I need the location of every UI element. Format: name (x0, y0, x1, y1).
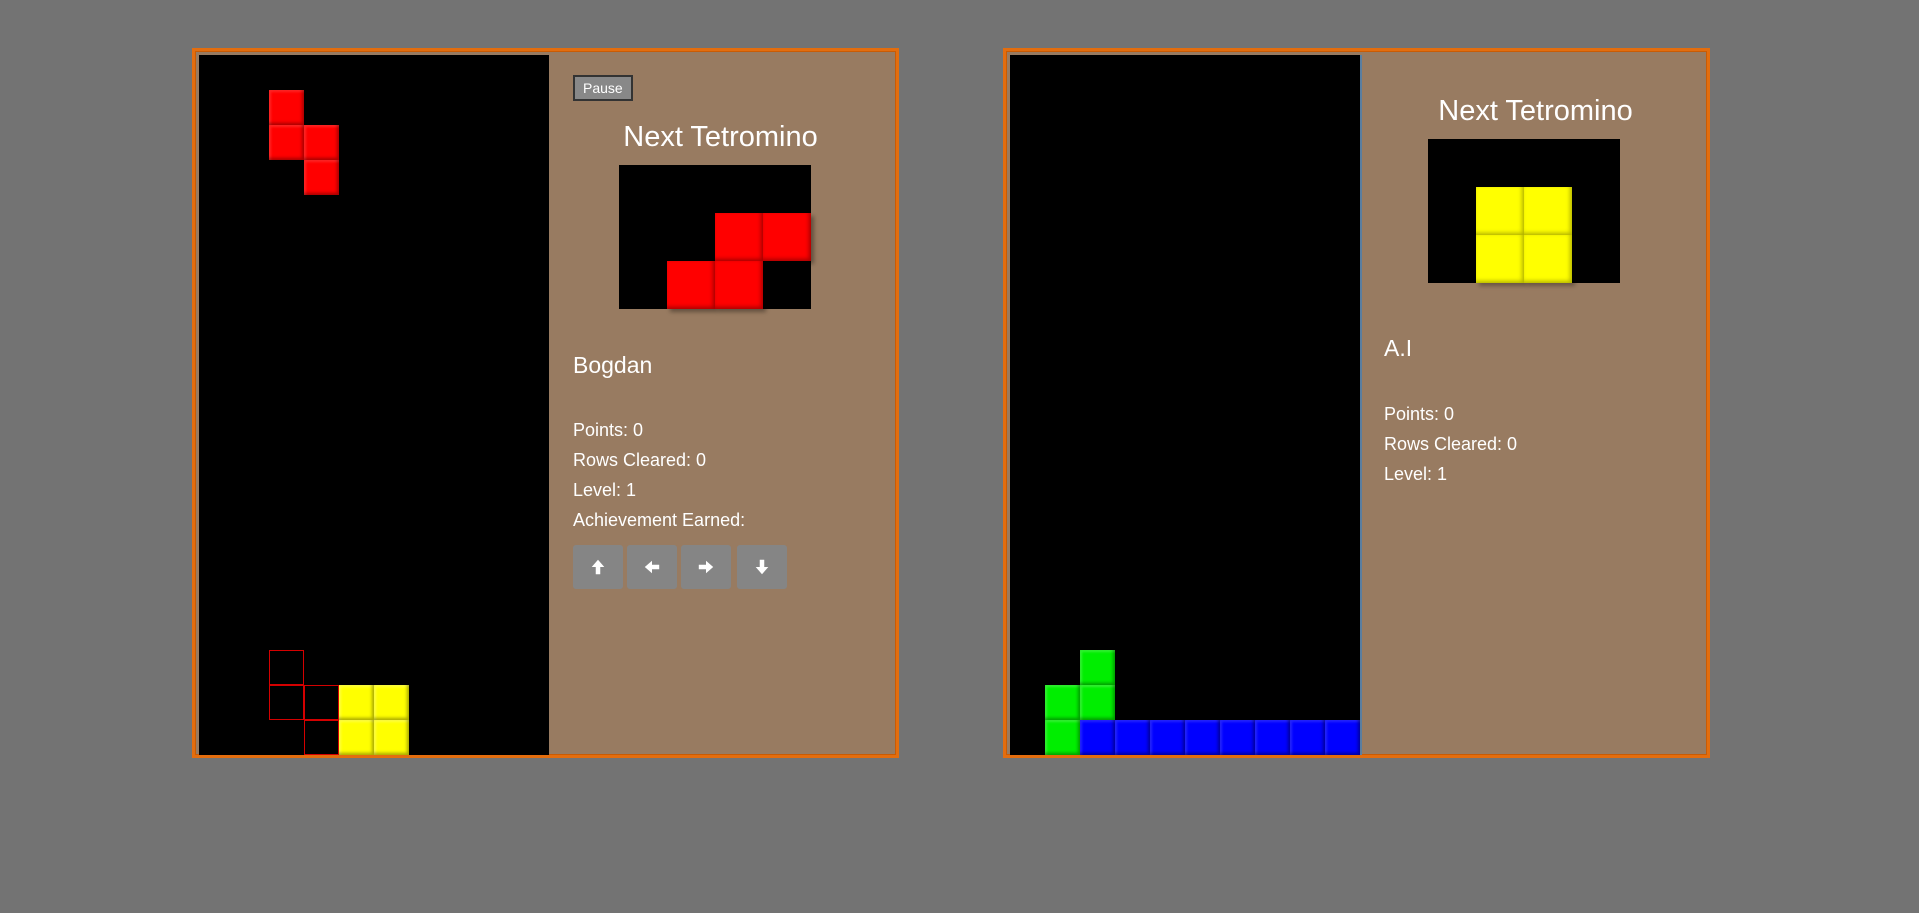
arrow-down-icon (755, 559, 769, 575)
placed-block (374, 720, 409, 755)
points-stat: Points: 0 (1384, 404, 1455, 424)
player-game: Pause Next Tetromino Bogdan Points: 0 Ro… (192, 48, 899, 758)
player-name: Bogdan (573, 352, 653, 378)
move-left-button[interactable] (627, 545, 677, 589)
player-board (199, 55, 549, 755)
next-block (667, 261, 715, 309)
placed-block (374, 685, 409, 720)
placed-block (1115, 720, 1150, 755)
next-block (1476, 187, 1524, 235)
ghost-block (304, 720, 339, 755)
next-block (1476, 235, 1524, 283)
falling-block (269, 90, 304, 125)
level-stat: Level: 1 (1384, 464, 1448, 484)
next-tetromino-preview (1428, 139, 1620, 283)
placed-block (1080, 685, 1115, 720)
placed-block (1080, 650, 1115, 685)
next-tetromino-title: Next Tetromino (623, 121, 818, 153)
rows-cleared-stat: Rows Cleared: 0 (573, 450, 707, 470)
ai-game: Next Tetromino A.I Points: 0 Rows Cleare… (1003, 48, 1710, 758)
placed-block (1150, 720, 1185, 755)
player-name: A.I (1384, 335, 1413, 361)
pause-button[interactable]: Pause (573, 75, 633, 101)
placed-block (1185, 720, 1220, 755)
placed-block (1045, 720, 1080, 755)
move-down-button[interactable] (737, 545, 787, 589)
placed-block (339, 720, 374, 755)
player-panel: Pause Next Tetromino Bogdan Points: 0 Ro… (549, 55, 892, 751)
placed-block (1325, 720, 1360, 755)
level-stat: Level: 1 (573, 480, 637, 500)
move-right-button[interactable] (681, 545, 731, 589)
falling-block (269, 125, 304, 160)
ai-board (1010, 55, 1362, 755)
next-block (715, 261, 763, 309)
placed-block (339, 685, 374, 720)
placed-block (1220, 720, 1255, 755)
next-tetromino-title: Next Tetromino (1438, 95, 1633, 127)
rotate-up-button[interactable] (573, 545, 623, 589)
arrow-right-icon (698, 560, 714, 574)
ghost-block (304, 685, 339, 720)
next-block (763, 213, 811, 261)
ghost-block (269, 650, 304, 685)
ai-panel: Next Tetromino A.I Points: 0 Rows Cleare… (1360, 55, 1703, 751)
achievement-label: Achievement Earned: (573, 510, 746, 530)
next-block (715, 213, 763, 261)
falling-block (304, 160, 339, 195)
arrow-left-icon (644, 560, 660, 574)
rows-cleared-stat: Rows Cleared: 0 (1384, 434, 1518, 454)
placed-block (1290, 720, 1325, 755)
points-stat: Points: 0 (573, 420, 644, 440)
placed-block (1255, 720, 1290, 755)
placed-block (1080, 720, 1115, 755)
arrow-up-icon (591, 559, 605, 575)
ghost-block (269, 685, 304, 720)
next-block (1524, 235, 1572, 283)
next-tetromino-preview (619, 165, 811, 309)
next-block (1524, 187, 1572, 235)
falling-block (304, 125, 339, 160)
placed-block (1045, 685, 1080, 720)
